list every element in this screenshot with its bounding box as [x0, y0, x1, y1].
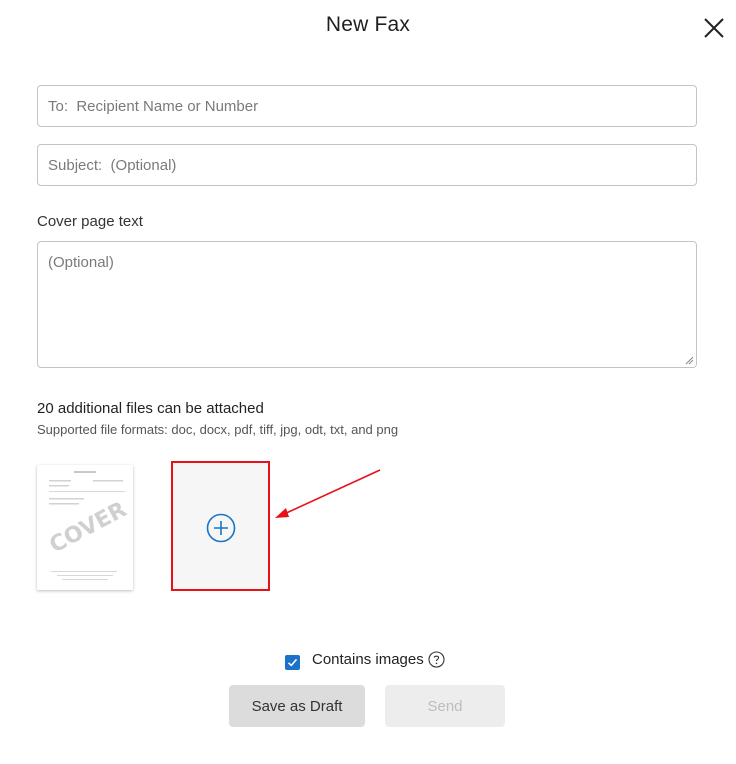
cover-page-textarea[interactable]: [38, 242, 696, 367]
recipient-input[interactable]: [38, 86, 696, 126]
subject-input[interactable]: [38, 145, 696, 185]
add-circle-icon: [206, 513, 236, 543]
supported-formats: Supported file formats: doc, docx, pdf, …: [37, 422, 399, 437]
resize-handle-icon[interactable]: [684, 355, 694, 365]
cover-page-thumbnail[interactable]: COVER: [37, 465, 133, 590]
checkmark-icon: [287, 658, 298, 667]
send-button[interactable]: Send: [385, 685, 505, 727]
contains-images-option: Contains images: [285, 648, 445, 670]
recipient-field[interactable]: [37, 85, 697, 127]
help-icon[interactable]: [428, 650, 445, 668]
subject-field[interactable]: [37, 144, 697, 186]
save-draft-button[interactable]: Save as Draft: [229, 685, 365, 727]
contains-images-label: Contains images: [312, 650, 424, 668]
close-icon[interactable]: [702, 16, 726, 40]
add-file-button[interactable]: [171, 461, 270, 591]
contains-images-checkbox[interactable]: [285, 654, 300, 670]
cover-page-label: Cover page text: [37, 213, 143, 230]
attachments-title: 20 additional files can be attached: [37, 400, 264, 417]
annotation-arrow-icon: [275, 469, 381, 518]
cover-page-field[interactable]: [37, 241, 697, 368]
dialog-title: New Fax: [325, 13, 411, 36]
